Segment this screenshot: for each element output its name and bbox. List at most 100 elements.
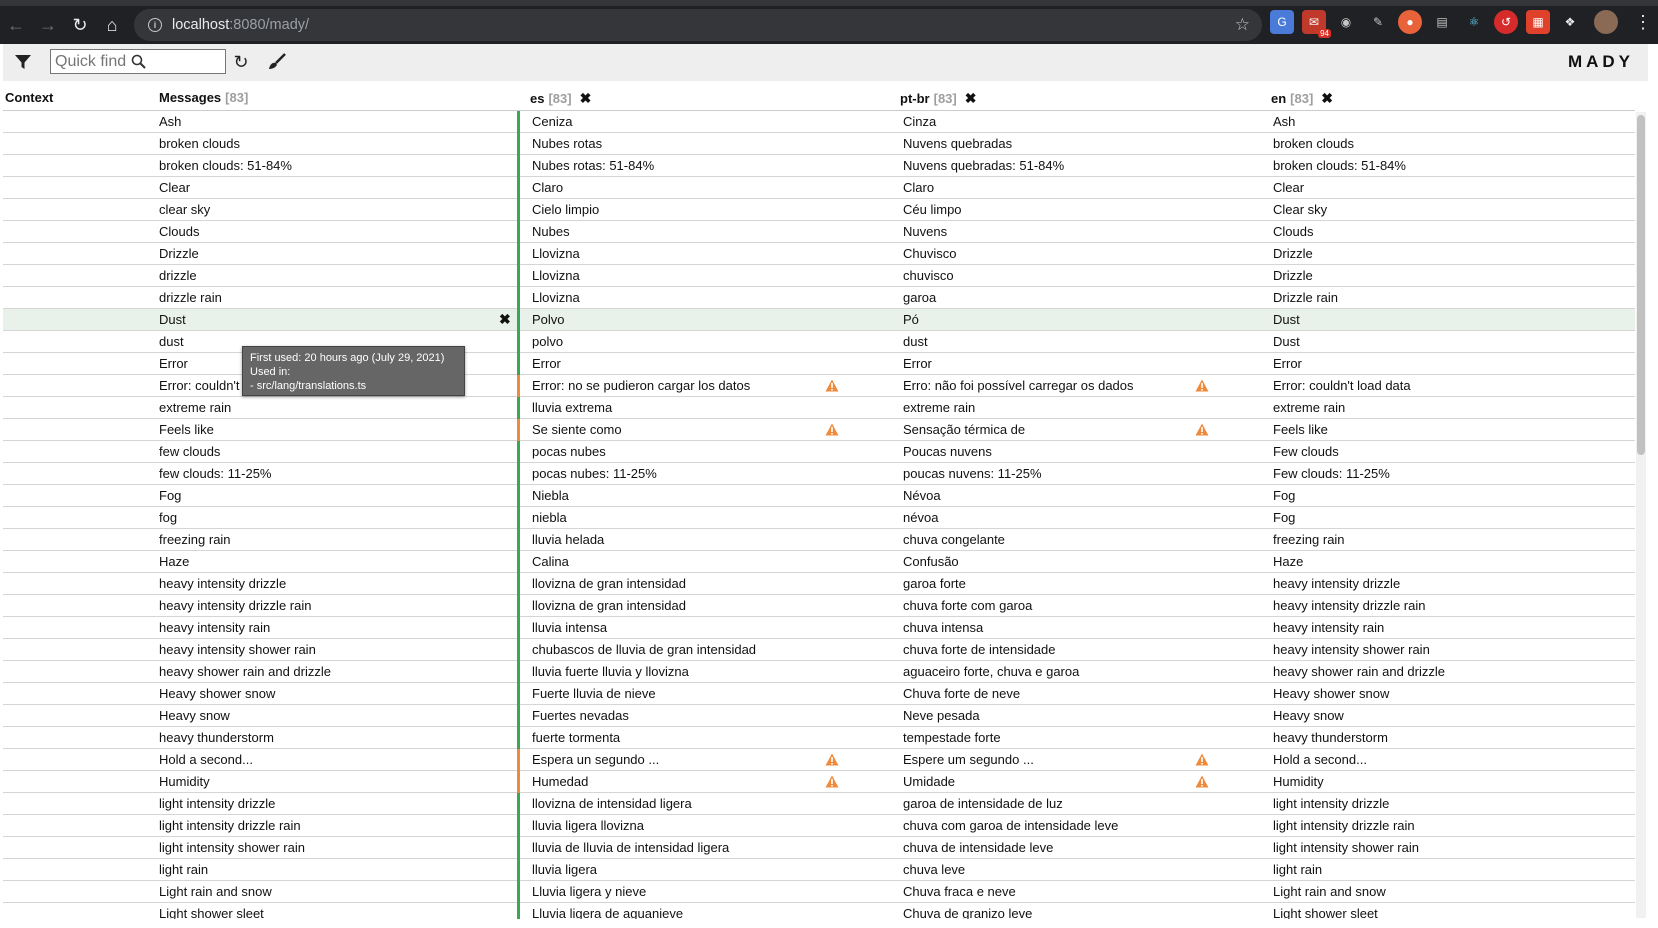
translation-en-cell[interactable]: heavy thunderstorm xyxy=(1273,730,1388,745)
translation-es-cell[interactable]: llovizna de intensidad ligera xyxy=(532,796,692,811)
translation-es-cell[interactable]: lluvia ligera llovizna xyxy=(532,818,644,833)
translation-en-cell[interactable]: Clear sky xyxy=(1273,202,1327,217)
translation-en-cell[interactable]: heavy intensity drizzle rain xyxy=(1273,598,1425,613)
translation-es-cell[interactable]: lluvia fuerte lluvia y llovizna xyxy=(532,664,689,679)
translation-ptbr-cell[interactable]: Error xyxy=(903,356,932,371)
table-row[interactable]: Haze Calina Confusão Haze xyxy=(3,551,1635,573)
message-cell[interactable]: heavy intensity drizzle rain xyxy=(159,598,311,613)
table-row[interactable]: Ash Ceniza Cinza Ash xyxy=(3,111,1635,133)
table-row[interactable]: Fog Niebla Névoa Fog xyxy=(3,485,1635,507)
translation-en-cell[interactable]: heavy shower rain and drizzle xyxy=(1273,664,1445,679)
translation-es-cell[interactable]: lluvia extrema xyxy=(532,400,612,415)
translation-es-cell[interactable]: niebla xyxy=(532,510,567,525)
translation-ptbr-cell[interactable]: Espere um segundo ... xyxy=(903,752,1034,767)
translation-es-cell[interactable]: lluvia intensa xyxy=(532,620,607,635)
translation-en-cell[interactable]: Clear xyxy=(1273,180,1304,195)
paint-extension-icon[interactable]: ▤ xyxy=(1430,10,1454,34)
message-cell[interactable]: drizzle rain xyxy=(159,290,222,305)
translation-ptbr-cell[interactable]: Chuva forte de neve xyxy=(903,686,1020,701)
table-row[interactable]: light intensity drizzle llovizna de inten… xyxy=(3,793,1635,815)
translation-en-cell[interactable]: Clouds xyxy=(1273,224,1313,239)
translation-ptbr-cell[interactable]: Cinza xyxy=(903,114,936,129)
table-row[interactable]: Heavy shower snow Fuerte lluvia de nieve C… xyxy=(3,683,1635,705)
address-bar[interactable]: i localhost:8080/mady/ ☆ xyxy=(134,9,1262,41)
remove-es-icon[interactable]: ✖ xyxy=(580,90,592,106)
translation-en-cell[interactable]: light intensity drizzle xyxy=(1273,796,1389,811)
translation-en-cell[interactable]: Feels like xyxy=(1273,422,1328,437)
translation-es-cell[interactable]: Humedad xyxy=(532,774,588,789)
table-row[interactable]: heavy intensity rain lluvia intensa chuva … xyxy=(3,617,1635,639)
message-cell[interactable]: Humidity xyxy=(159,774,210,789)
translation-en-cell[interactable]: heavy intensity drizzle xyxy=(1273,576,1400,591)
translation-en-cell[interactable]: Error: couldn't load data xyxy=(1273,378,1411,393)
translation-ptbr-cell[interactable]: chuva congelante xyxy=(903,532,1005,547)
quick-find-box[interactable] xyxy=(50,49,226,74)
message-cell[interactable]: Ash xyxy=(159,114,181,129)
message-cell[interactable]: Clear xyxy=(159,180,190,195)
translation-ptbr-cell[interactable]: chuva forte de intensidade xyxy=(903,642,1056,657)
translation-ptbr-cell[interactable]: Pó xyxy=(903,312,919,327)
brave-extension-icon[interactable]: ● xyxy=(1398,10,1422,34)
redux-extension-icon[interactable]: ↺ xyxy=(1494,10,1518,34)
url-text[interactable]: localhost:8080/mady/ xyxy=(172,17,309,33)
table-row[interactable]: clear sky Cielo limpio Céu limpo Clear sky xyxy=(3,199,1635,221)
table-row[interactable]: broken clouds: 51-84% Nubes rotas: 51-84%… xyxy=(3,155,1635,177)
table-row[interactable]: freezing rain lluvia helada chuva congelan… xyxy=(3,529,1635,551)
message-cell[interactable]: extreme rain xyxy=(159,400,231,415)
table-row[interactable]: heavy intensity shower rain chubascos de … xyxy=(3,639,1635,661)
table-row[interactable]: Humidity Humedad Umidade Humidity xyxy=(3,771,1635,793)
translation-ptbr-cell[interactable]: dust xyxy=(903,334,928,349)
message-cell[interactable]: freezing rain xyxy=(159,532,231,547)
puzzle-extension-icon[interactable]: ❖ xyxy=(1558,10,1582,34)
translation-en-cell[interactable]: Dust xyxy=(1273,312,1300,327)
clean-brush-icon[interactable] xyxy=(265,50,289,74)
translation-ptbr-cell[interactable]: Nuvens xyxy=(903,224,947,239)
table-row[interactable]: heavy intensity drizzle llovizna de gran … xyxy=(3,573,1635,595)
translation-ptbr-cell[interactable]: Chuva fraca e neve xyxy=(903,884,1016,899)
translation-en-cell[interactable]: Haze xyxy=(1273,554,1303,569)
message-cell[interactable]: light intensity drizzle rain xyxy=(159,818,301,833)
translation-en-cell[interactable]: Ash xyxy=(1273,114,1295,129)
translation-ptbr-cell[interactable]: névoa xyxy=(903,510,938,525)
translation-ptbr-cell[interactable]: Névoa xyxy=(903,488,941,503)
translation-en-cell[interactable]: freezing rain xyxy=(1273,532,1345,547)
translation-en-cell[interactable]: extreme rain xyxy=(1273,400,1345,415)
translation-es-cell[interactable]: Llovizna xyxy=(532,290,580,305)
message-cell[interactable]: heavy thunderstorm xyxy=(159,730,274,745)
header-messages[interactable]: Messages [83] xyxy=(159,90,248,105)
table-row[interactable]: light rain lluvia ligera chuva leve light r… xyxy=(3,859,1635,881)
profile-avatar[interactable] xyxy=(1594,10,1618,34)
header-context[interactable]: Context xyxy=(5,90,53,105)
table-row[interactable]: Light shower sleet Lluvia ligera de aguan… xyxy=(3,903,1635,919)
reload-icon[interactable]: ↻ xyxy=(64,9,96,41)
translation-en-cell[interactable]: Dust xyxy=(1273,334,1300,349)
table-row[interactable]: Hold a second... Espera un segundo ... Esp… xyxy=(3,749,1635,771)
translation-es-cell[interactable]: Espera un segundo ... xyxy=(532,752,659,767)
translate-extension-icon[interactable]: G xyxy=(1270,10,1294,34)
translation-es-cell[interactable]: Claro xyxy=(532,180,563,195)
message-cell[interactable]: drizzle xyxy=(159,268,197,283)
table-row[interactable]: few clouds pocas nubes Poucas nuvens Few cl… xyxy=(3,441,1635,463)
translation-es-cell[interactable]: Fuerte lluvia de nieve xyxy=(532,686,656,701)
translation-ptbr-cell[interactable]: chuva com garoa de intensidade leve xyxy=(903,818,1118,833)
translation-ptbr-cell[interactable]: Poucas nuvens xyxy=(903,444,992,459)
translation-ptbr-cell[interactable]: chuva forte com garoa xyxy=(903,598,1032,613)
table-row[interactable]: heavy thunderstorm fuerte tormenta tempest… xyxy=(3,727,1635,749)
scrollbar[interactable] xyxy=(1636,112,1646,918)
translation-en-cell[interactable]: Fog xyxy=(1273,510,1295,525)
message-cell[interactable]: broken clouds xyxy=(159,136,240,151)
message-cell[interactable]: Heavy shower snow xyxy=(159,686,275,701)
message-cell[interactable]: Dust xyxy=(159,312,186,327)
menu-kebab-icon[interactable]: ⋮ xyxy=(1634,12,1652,33)
table-row[interactable]: drizzle Llovizna chuvisco Drizzle xyxy=(3,265,1635,287)
translation-en-cell[interactable]: Heavy snow xyxy=(1273,708,1344,723)
scrollbar-thumb[interactable] xyxy=(1637,115,1645,455)
translation-en-cell[interactable]: Light rain and snow xyxy=(1273,884,1386,899)
remove-ptbr-icon[interactable]: ✖ xyxy=(965,90,977,106)
translation-es-cell[interactable]: Niebla xyxy=(532,488,569,503)
translation-es-cell[interactable]: polvo xyxy=(532,334,563,349)
translation-es-cell[interactable]: Nubes rotas xyxy=(532,136,602,151)
table-row[interactable]: heavy intensity drizzle rain llovizna de … xyxy=(3,595,1635,617)
translation-es-cell[interactable]: Llovizna xyxy=(532,268,580,283)
message-cell[interactable]: few clouds: 11-25% xyxy=(159,466,272,481)
